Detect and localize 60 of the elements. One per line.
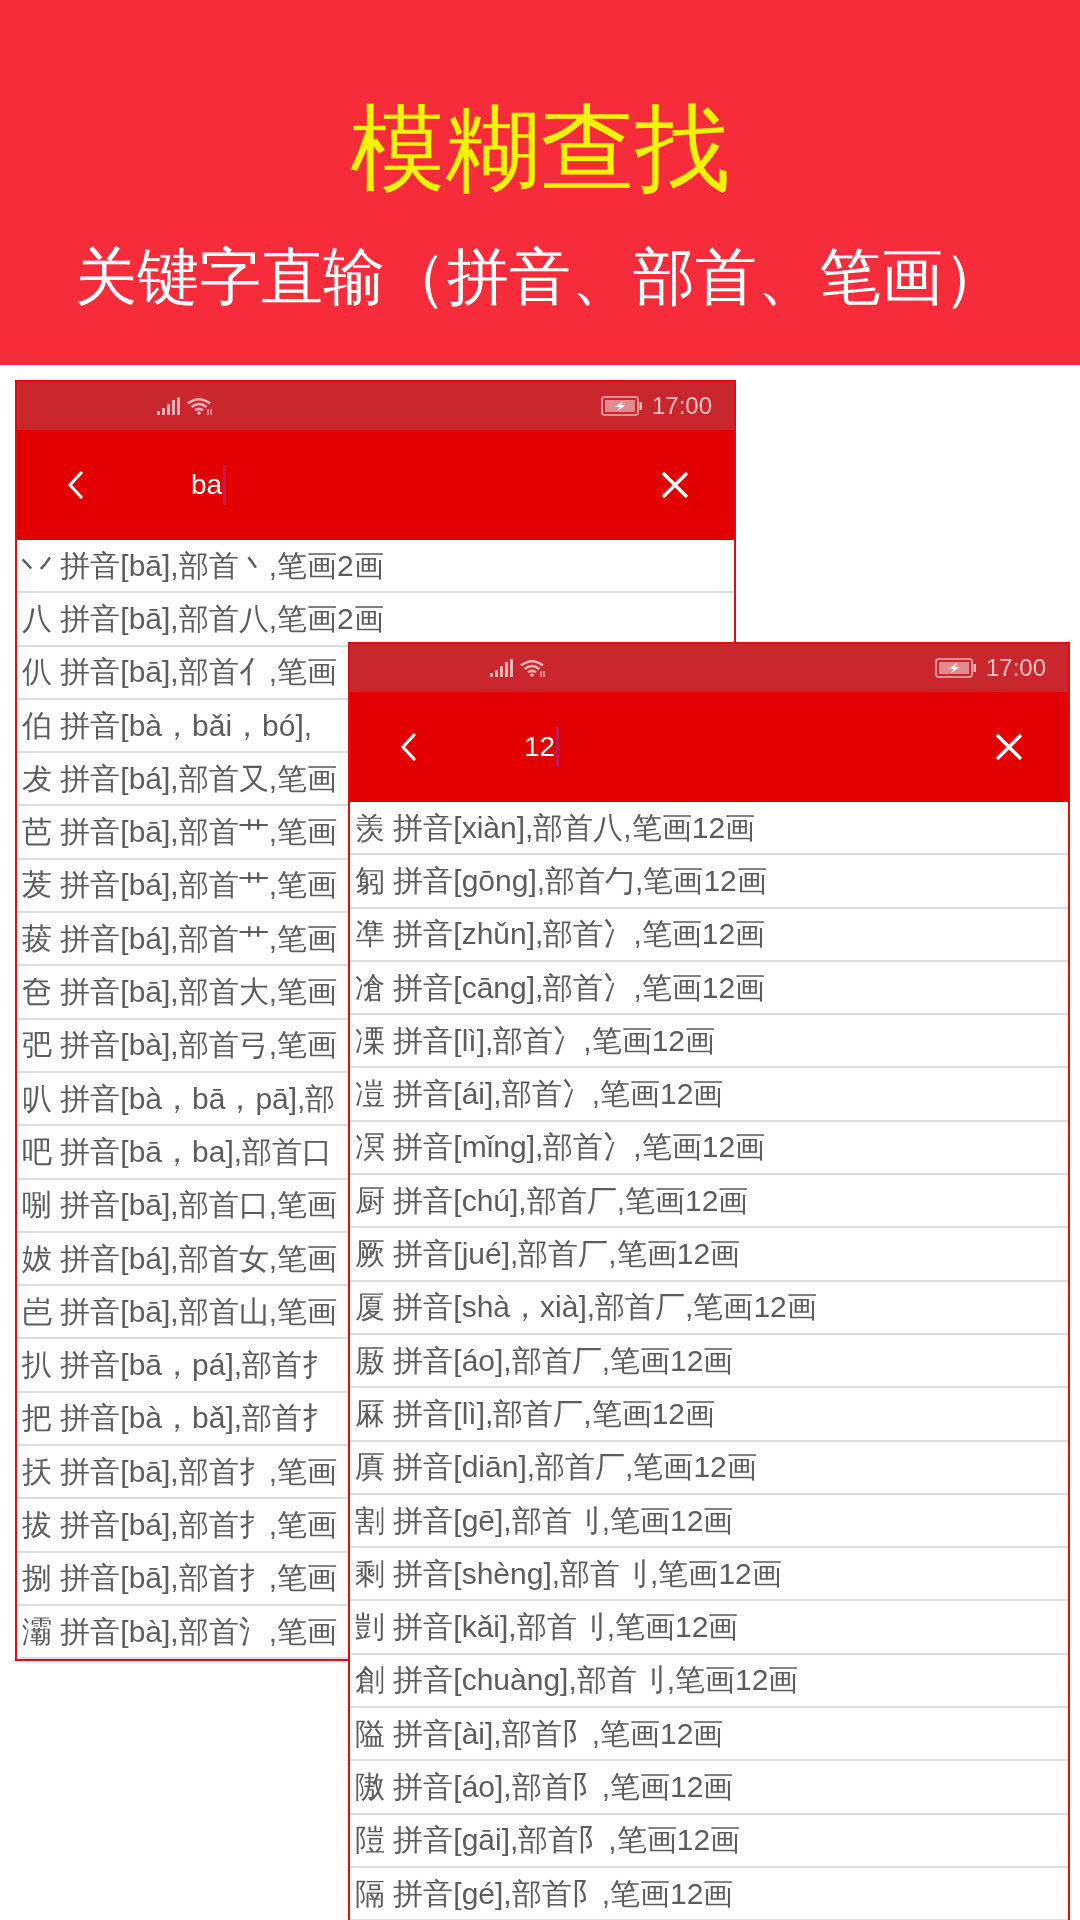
result-item[interactable]: 茇 拼音[bá],部首艹,笔画 bbox=[22, 867, 338, 904]
result-item[interactable]: 隘 拼音[ài],部首阝,笔画12画 bbox=[355, 1715, 724, 1752]
signal-icon bbox=[157, 397, 180, 415]
result-item[interactable]: 灞 拼音[bà],部首氵,笔画 bbox=[22, 1613, 338, 1650]
result-item[interactable]: 芭 拼音[bā],部首艹,笔画 bbox=[22, 814, 338, 851]
result-item[interactable]: 吧 拼音[bā，ba],部首口 bbox=[22, 1133, 333, 1170]
banner-subtitle: 关键字直输（拼音、部首、笔画） bbox=[75, 242, 1005, 312]
result-item[interactable]: 哵 拼音[bā],部首口,笔画 bbox=[22, 1187, 338, 1224]
result-item[interactable]: 凔 拼音[cāng],部首冫,笔画12画 bbox=[355, 969, 766, 1006]
result-item[interactable]: 伯 拼音[bà，bǎi，bó], bbox=[22, 707, 313, 744]
result-item[interactable]: 弝 拼音[bà],部首弓,笔画 bbox=[22, 1027, 338, 1064]
result-item[interactable]: 拔 拼音[bá],部首扌,笔画 bbox=[22, 1507, 338, 1543]
result-item[interactable]: 扒 拼音[bā，pá],部首扌 bbox=[22, 1347, 333, 1384]
result-item[interactable]: 剴 拼音[kǎi],部首刂,笔画12画 bbox=[355, 1609, 739, 1646]
result-item[interactable]: 凒 拼音[ái],部首冫,笔画12画 bbox=[355, 1076, 724, 1113]
result-item[interactable]: 厧 拼音[diān],部首厂,笔画12画 bbox=[355, 1449, 757, 1486]
result-item[interactable]: 隞 拼音[áo],部首阝,笔画12画 bbox=[355, 1769, 734, 1805]
battery-icon bbox=[934, 658, 977, 678]
back-icon[interactable] bbox=[67, 471, 83, 499]
wifi-icon bbox=[520, 659, 546, 677]
result-item[interactable]: 剩 拼音[shèng],部首刂,笔画12画 bbox=[355, 1555, 782, 1592]
status-time: 17:00 bbox=[651, 392, 712, 420]
result-item[interactable]: 隔 拼音[gé],部首阝,笔画12画 bbox=[355, 1875, 734, 1912]
result-item[interactable]: 仈 拼音[bā],部首亻,笔画 bbox=[22, 654, 338, 691]
result-item[interactable]: 凖 拼音[zhǔn],部首冫,笔画12画 bbox=[355, 916, 766, 953]
banner-title: 模糊查找 bbox=[350, 98, 730, 198]
result-item[interactable]: 厥 拼音[jué],部首厂,笔画12画 bbox=[355, 1236, 741, 1272]
battery-icon bbox=[600, 396, 643, 416]
result-item[interactable]: 犮 拼音[bá],部首又,笔画 bbox=[22, 760, 338, 797]
result-item[interactable]: 割 拼音[gē],部首刂,笔画12画 bbox=[355, 1502, 734, 1539]
result-item[interactable]: 夿 拼音[bā],部首大,笔画 bbox=[22, 974, 338, 1010]
result-item[interactable]: 扷 拼音[bā],部首扌,笔画 bbox=[22, 1453, 338, 1490]
result-item[interactable]: 菝 拼音[bá],部首艹,笔画 bbox=[22, 920, 338, 957]
search-field[interactable]: ba bbox=[191, 463, 601, 507]
result-item[interactable]: 創 拼音[chuàng],部首刂,笔画12画 bbox=[355, 1662, 799, 1699]
text-cursor-icon bbox=[556, 727, 560, 767]
result-item[interactable]: 厨 拼音[chú],部首厂,笔画12画 bbox=[355, 1182, 749, 1219]
close-icon[interactable] bbox=[995, 733, 1023, 761]
status-time: 17:00 bbox=[985, 654, 1046, 682]
result-item[interactable]: 把 拼音[bà，bǎ],部首扌 bbox=[22, 1400, 333, 1437]
text-cursor-icon bbox=[223, 465, 227, 505]
signal-icon bbox=[490, 659, 513, 677]
result-item[interactable]: 妭 拼音[bá],部首女,笔画 bbox=[22, 1240, 338, 1277]
result-item[interactable]: 丷 拼音[bā],部首丶,笔画2画 bbox=[22, 547, 384, 584]
result-item[interactable]: 厤 拼音[lì],部首厂,笔画12画 bbox=[355, 1395, 716, 1432]
result-item[interactable]: 匑 拼音[gōng],部首勹,笔画12画 bbox=[355, 862, 767, 899]
result-item[interactable]: 凓 拼音[lì],部首冫,笔画12画 bbox=[355, 1022, 716, 1059]
result-item[interactable]: 羡 拼音[xiàn],部首八,笔画12画 bbox=[355, 809, 756, 846]
wifi-icon bbox=[187, 397, 213, 415]
result-item[interactable]: 叭 拼音[bà，bā，pā],部 bbox=[22, 1080, 336, 1117]
result-item[interactable]: 岜 拼音[bā],部首山,笔画 bbox=[22, 1293, 338, 1330]
result-item[interactable]: 八 拼音[bā],部首八,笔画2画 bbox=[22, 600, 384, 637]
result-item[interactable]: 厫 拼音[áo],部首厂,笔画12画 bbox=[355, 1342, 734, 1379]
result-item[interactable]: 凕 拼音[mǐng],部首冫,笔画12画 bbox=[355, 1129, 766, 1166]
result-item[interactable]: 厦 拼音[shà，xià],部首厂,笔画12画 bbox=[355, 1289, 817, 1326]
result-item[interactable]: 捌 拼音[bā],部首扌,笔画 bbox=[22, 1560, 338, 1597]
close-icon[interactable] bbox=[661, 471, 689, 499]
back-icon[interactable] bbox=[400, 733, 416, 761]
search-field[interactable]: 12 bbox=[524, 725, 935, 769]
result-item[interactable]: 隑 拼音[gāi],部首阝,笔画12画 bbox=[355, 1822, 741, 1859]
